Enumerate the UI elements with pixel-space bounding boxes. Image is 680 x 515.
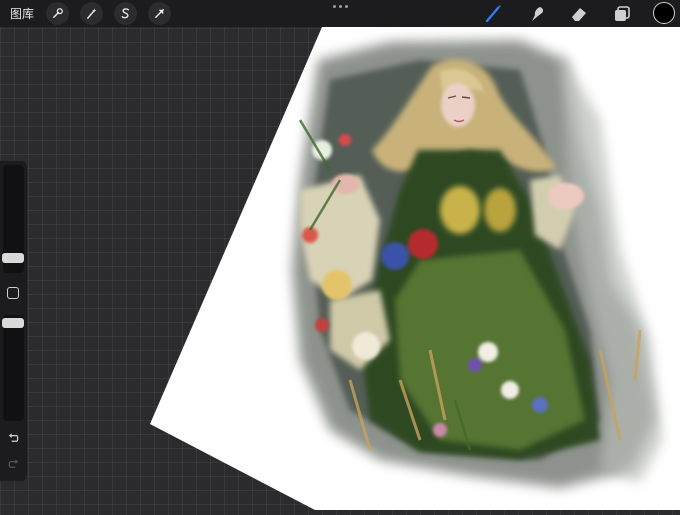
gallery-button[interactable]: 图库 [10, 6, 34, 22]
magic-wand-icon [87, 8, 97, 19]
redo-icon[interactable] [7, 457, 20, 470]
eraser-button[interactable] [567, 2, 591, 26]
drawing-canvas[interactable] [0, 0, 680, 510]
opacity-slider[interactable] [2, 315, 24, 421]
brush-button[interactable] [481, 2, 505, 26]
transform-arrow-icon [155, 9, 164, 18]
layers-button[interactable] [610, 2, 634, 26]
modify-square-icon[interactable] [7, 287, 19, 299]
undo-icon[interactable] [7, 431, 20, 444]
actions-button[interactable] [46, 2, 69, 25]
top-toolbar: 图库 [0, 0, 680, 27]
more-options-dots-icon[interactable] [329, 1, 351, 11]
eraser-icon [572, 8, 586, 21]
brush-size-thumb[interactable] [2, 253, 24, 263]
smudge-icon [532, 7, 544, 21]
layers-icon [615, 6, 630, 21]
selection-s-icon [121, 8, 129, 19]
opacity-thumb[interactable] [2, 318, 24, 328]
wrench-icon [53, 8, 63, 18]
left-sidebar [0, 161, 27, 481]
brush-size-slider[interactable] [2, 165, 24, 273]
adjustments-button[interactable] [80, 2, 103, 25]
selection-button[interactable] [114, 2, 137, 25]
canvas-svg [150, 27, 680, 510]
color-picker-swatch[interactable] [653, 2, 675, 24]
transform-button[interactable] [148, 2, 171, 25]
brush-icon [485, 5, 501, 23]
smudge-button[interactable] [525, 2, 549, 26]
